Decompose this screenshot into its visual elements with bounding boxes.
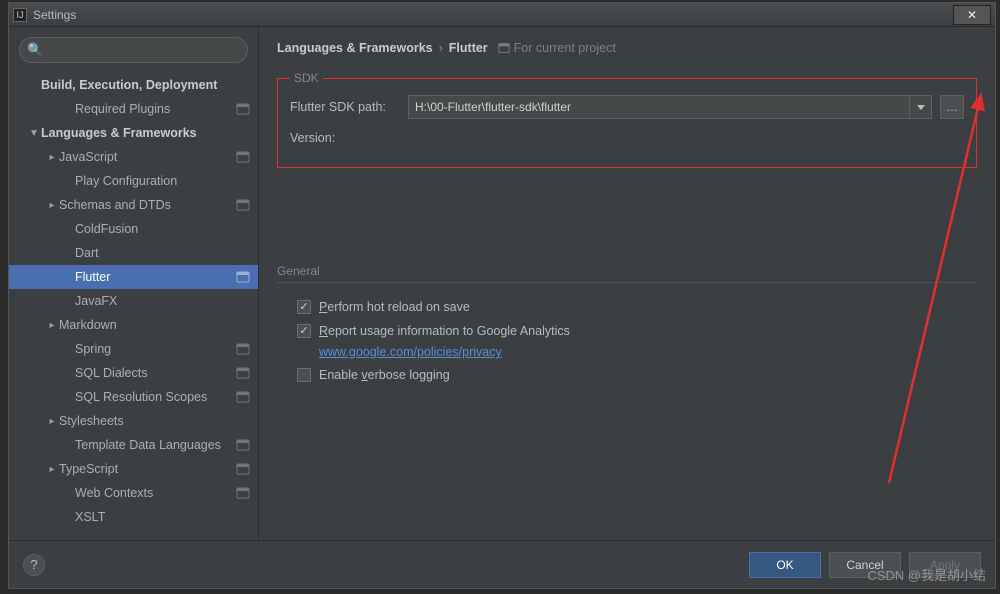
tree-sql-resolution[interactable]: ▸SQL Resolution Scopes [9, 385, 258, 409]
project-scope-icon [236, 150, 250, 164]
app-icon: IJ [13, 8, 27, 22]
tree-template-langs[interactable]: ▸Template Data Languages [9, 433, 258, 457]
sdk-path-dropdown[interactable] [910, 95, 932, 119]
project-scope-icon [236, 390, 250, 404]
tree-schemas[interactable]: ▸Schemas and DTDs [9, 193, 258, 217]
window-close-button[interactable]: ✕ [953, 5, 991, 25]
verbose-checkbox[interactable] [297, 368, 311, 382]
chevron-right-icon: ▸ [45, 320, 59, 331]
chevron-right-icon: ▸ [45, 464, 59, 475]
help-button[interactable]: ? [23, 554, 45, 576]
project-scope-icon [236, 342, 250, 356]
tree-build[interactable]: ▸Build, Execution, Deployment [9, 73, 258, 97]
hot-reload-label: PPerform hot reload on saveerform hot re… [319, 300, 470, 314]
tree-coldfusion[interactable]: ▸ColdFusion [9, 217, 258, 241]
tree-spring[interactable]: ▸Spring [9, 337, 258, 361]
apply-button[interactable]: Apply [909, 552, 981, 578]
breadcrumb-b: Flutter [449, 41, 488, 55]
tree-dart[interactable]: ▸Dart [9, 241, 258, 265]
tree-javafx[interactable]: ▸JavaFX [9, 289, 258, 313]
tree-required-plugins[interactable]: ▸Required Plugins [9, 97, 258, 121]
breadcrumb-a[interactable]: Languages & Frameworks [277, 41, 433, 55]
analytics-link[interactable]: www.google.com/policies/privacy [319, 345, 502, 359]
tree-languages-frameworks[interactable]: ▼Languages & Frameworks [9, 121, 258, 145]
search-input[interactable] [19, 37, 248, 63]
chevron-right-icon: ▸ [45, 200, 59, 211]
sdk-section: SDK Flutter SDK path: … Version: [277, 71, 977, 168]
project-scope-icon [236, 486, 250, 500]
ok-button[interactable]: OK [749, 552, 821, 578]
general-section: General PPerform hot reload on saveerfor… [277, 264, 977, 387]
tree-typescript[interactable]: ▸TypeScript [9, 457, 258, 481]
hot-reload-checkbox[interactable] [297, 300, 311, 314]
project-scope-icon [236, 198, 250, 212]
analytics-checkbox[interactable] [297, 324, 311, 338]
sdk-legend: SDK [290, 71, 323, 85]
project-scope-icon [498, 42, 510, 54]
settings-search[interactable]: 🔍 [19, 37, 248, 63]
tree-flutter[interactable]: ▸Flutter [9, 265, 258, 289]
window-title: Settings [33, 8, 76, 22]
tree-markdown[interactable]: ▸Markdown [9, 313, 258, 337]
tree-javascript[interactable]: ▸JavaScript [9, 145, 258, 169]
sdk-path-input[interactable] [408, 95, 910, 119]
sdk-version-label: Version: [290, 131, 400, 145]
project-scope-icon [236, 366, 250, 380]
cancel-button[interactable]: Cancel [829, 552, 901, 578]
analytics-label: RReport usage information to Google Anal… [319, 324, 570, 338]
tree-web-contexts[interactable]: ▸Web Contexts [9, 481, 258, 505]
chevron-down-icon: ▼ [27, 128, 41, 139]
tree-stylesheets[interactable]: ▸Stylesheets [9, 409, 258, 433]
project-scope-icon [236, 438, 250, 452]
breadcrumb-hint: For current project [514, 41, 616, 55]
general-legend: General [277, 264, 977, 278]
project-scope-icon [236, 270, 250, 284]
chevron-right-icon: ▸ [45, 416, 59, 427]
verbose-label: Enable vEnable verbose loggingerbose log… [319, 368, 450, 382]
settings-tree[interactable]: ▸Build, Execution, Deployment ▸Required … [9, 73, 258, 540]
project-scope-icon [236, 462, 250, 476]
chevron-right-icon: ▸ [45, 152, 59, 163]
tree-xslt[interactable]: ▸XSLT [9, 505, 258, 529]
sdk-path-label: Flutter SDK path: [290, 100, 400, 114]
project-scope-icon [236, 102, 250, 116]
tree-play-config[interactable]: ▸Play Configuration [9, 169, 258, 193]
breadcrumb: Languages & Frameworks › Flutter For cur… [277, 41, 977, 55]
sdk-path-browse-button[interactable]: … [940, 95, 964, 119]
tree-sql-dialects[interactable]: ▸SQL Dialects [9, 361, 258, 385]
